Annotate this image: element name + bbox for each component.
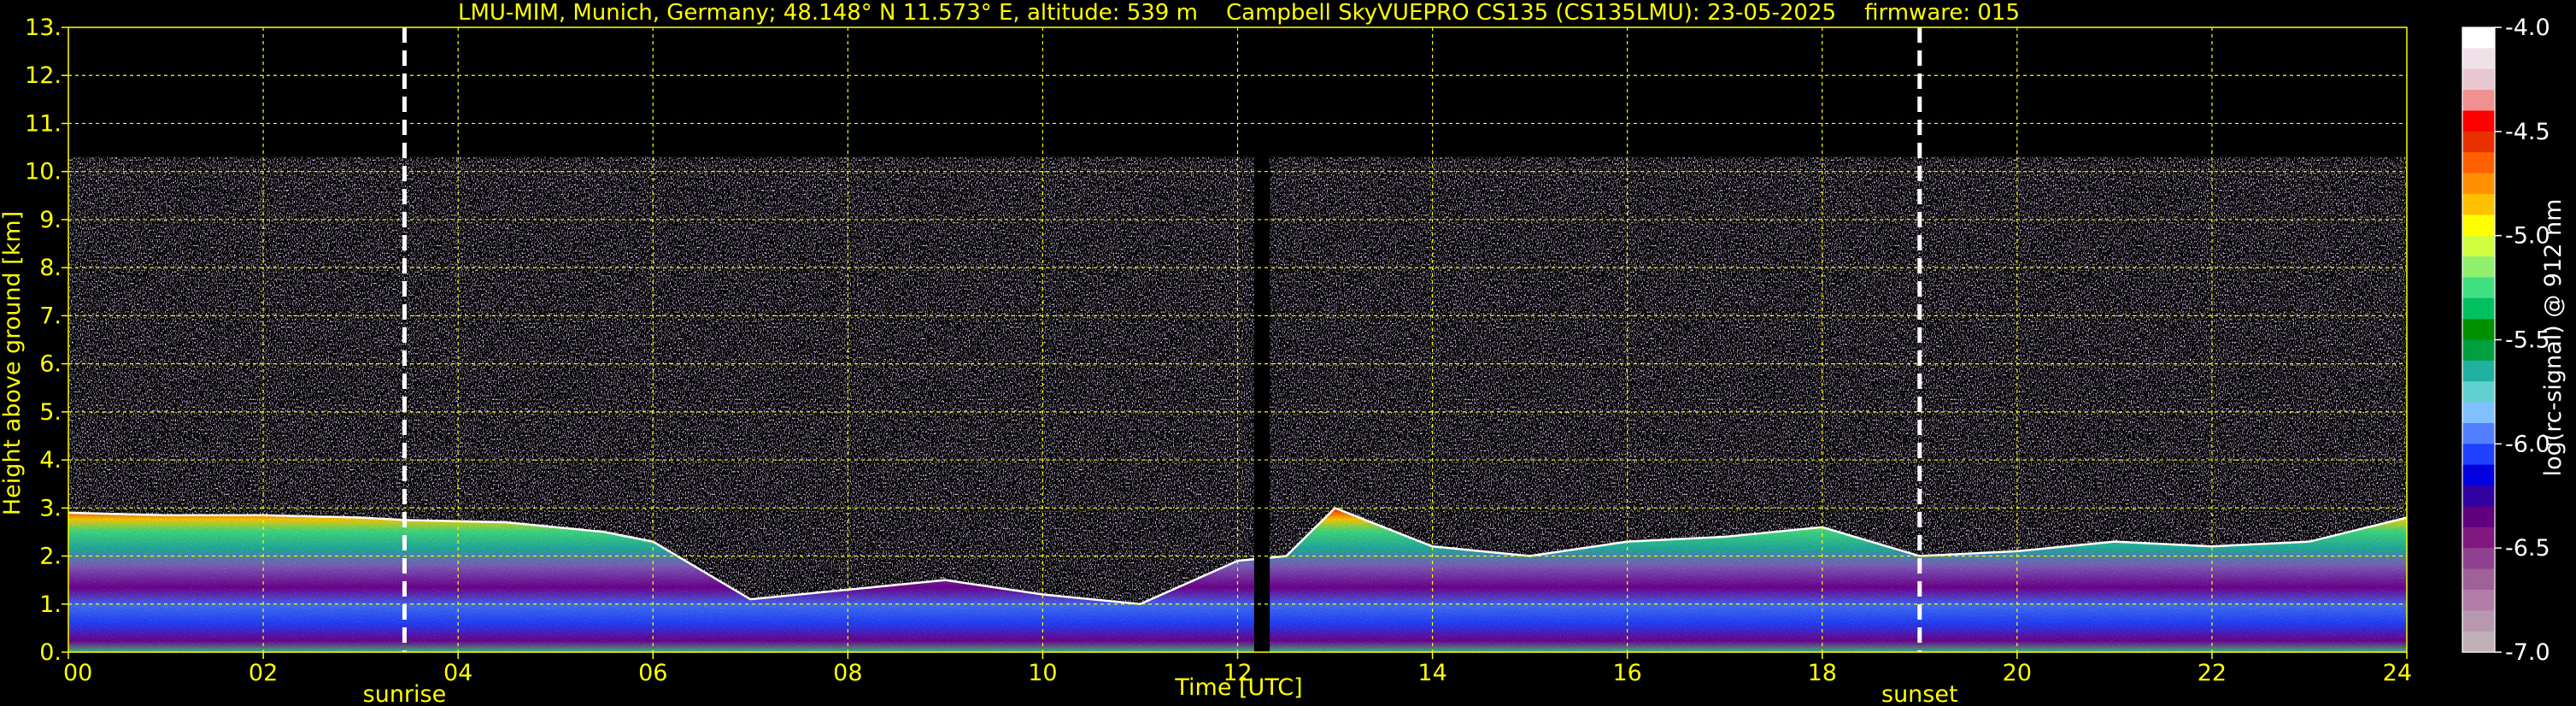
colorbar-segment [2462,256,2495,278]
colorbar-tick-label: -6.5 [2505,535,2550,562]
colorbar-segment [2462,402,2495,424]
sunrise-label: sunrise [363,681,447,706]
colorbar-tick-label: -7.0 [2505,639,2550,666]
colorbar-segment [2462,27,2495,49]
y-tick-label: 5. [39,399,62,426]
colorbar-segment [2462,193,2495,215]
colorbar-segment [2462,422,2495,444]
colorbar-label: log(rc-signal) @ 912 nm [2540,199,2567,477]
y-tick-label: 9. [39,207,62,233]
x-tick-label: 00 [63,660,92,686]
x-tick-label: 10 [1028,660,1057,686]
y-tick-label: 10. [25,159,62,185]
y-axis-label: Height above ground [km] [0,211,26,515]
colorbar-tick-label: -4.5 [2505,119,2550,145]
y-tick-label: 8. [39,255,62,281]
y-tick-label: 6. [39,351,62,378]
colorbar: -4.0-4.5-5.0-5.5-6.0-6.5-7.0 [2462,15,2550,666]
colorbar-tick-label: -4.0 [2505,15,2550,41]
colorbar-segment [2462,589,2495,611]
colorbar-segment [2462,610,2495,632]
y-tick-label: 7. [39,303,62,329]
colorbar-segment [2462,173,2495,195]
colorbar-segment [2462,215,2495,237]
x-tick-label: 14 [1417,660,1446,686]
colorbar-segment [2462,277,2495,299]
y-tick-label: 4. [39,447,62,474]
colorbar-segment [2462,464,2495,486]
y-tick-label: 0. [39,639,62,666]
colorbar-segment [2462,319,2495,341]
colorbar-segment [2462,235,2495,257]
colorbar-segment [2462,48,2495,70]
colorbar-segment [2462,548,2495,570]
colorbar-segment [2462,131,2495,153]
x-tick-label: 24 [2383,660,2412,686]
x-tick-label: 06 [638,660,667,686]
x-tick-label: 02 [249,660,278,686]
colorbar-segment [2462,444,2495,466]
y-tick-label: 12. [25,62,62,89]
colorbar-segment [2462,527,2495,549]
colorbar-segment [2462,110,2495,132]
colorbar-segment [2462,381,2495,403]
y-tick-label: 3. [39,495,62,521]
ceilometer-chart: sunrise sunset 0. 1. 2. 3. 4. 5. 6. 7. 8. 9. 10. 11.… [0,0,2567,706]
x-tick-label: 04 [443,660,472,686]
x-tick-label: 08 [833,660,862,686]
colorbar-segment [2462,90,2495,112]
y-tick-label: 13. [25,15,62,41]
colorbar-segment [2462,568,2495,591]
y-axis-ticks: 0. 1. 2. 3. 4. 5. 6. 7. 8. 9. 10. 11. 12. 13. [25,15,68,666]
x-tick-label: 22 [2198,660,2227,686]
chart-title: LMU-MIM, Munich, Germany; 48.148° N 11.5… [458,0,2020,26]
data-gap [1253,27,1270,652]
colorbar-segment [2462,297,2495,320]
sunset-label: sunset [1881,681,1958,706]
colorbar-segment [2462,506,2495,528]
x-axis-label: Time [UTC] [1174,674,1302,701]
colorbar-segment [2462,631,2495,653]
colorbar-segment [2462,485,2495,508]
colorbar-segment [2462,68,2495,91]
y-tick-label: 11. [25,110,62,137]
x-tick-label: 16 [1612,660,1641,686]
x-tick-label: 18 [1808,660,1837,686]
colorbar-segment [2462,152,2495,174]
colorbar-segment [2462,339,2495,362]
x-tick-label: 20 [2003,660,2032,686]
y-tick-label: 1. [39,591,62,618]
y-tick-label: 2. [39,544,62,570]
colorbar-segment [2462,360,2495,382]
